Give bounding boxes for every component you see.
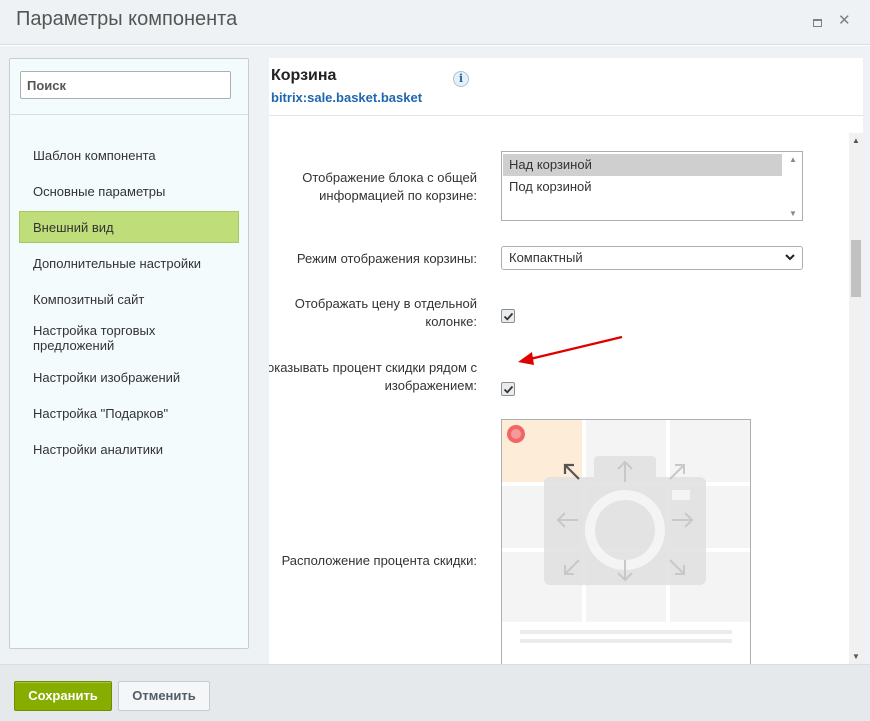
sidebar-item-analytics[interactable]: Настройки аналитики [10, 431, 248, 467]
check-icon [503, 385, 514, 394]
component-title: Корзина [271, 67, 337, 84]
price-column-label: Отображать цену в отдельной колонке: [294, 296, 477, 329]
sidebar-search [10, 59, 248, 115]
annotation-arrow-icon [518, 335, 623, 365]
sidebar-item-appearance[interactable]: Внешний вид [19, 211, 239, 243]
sidebar-item-additional[interactable]: Дополнительные настройки [10, 245, 248, 281]
scroll-down-icon[interactable]: ▼ [789, 209, 797, 218]
scroll-up-icon[interactable]: ▲ [852, 136, 860, 145]
discount-position-picker[interactable] [501, 419, 751, 664]
main-scrollbar[interactable]: ▲ ▼ [849, 133, 863, 664]
sidebar-nav: Шаблон компонента Основные параметры Вне… [10, 137, 248, 467]
sidebar-item-gifts[interactable]: Настройка "Подарков" [10, 395, 248, 431]
content-panel: Корзина i bitrix:sale.basket.basket Отоб… [269, 58, 863, 664]
price-column-checkbox[interactable] [501, 309, 515, 323]
window-title: Параметры компонента [16, 8, 238, 30]
sidebar: Шаблон компонента Основные параметры Вне… [9, 58, 249, 649]
info-icon[interactable]: i [453, 71, 469, 87]
display-mode-value: Компактный [509, 250, 583, 265]
total-block-label: Отображение блока с общей информацией по… [302, 170, 477, 203]
listbox-option-above[interactable]: Над корзиной [503, 154, 782, 176]
search-input[interactable] [20, 71, 231, 99]
chevron-down-icon [785, 254, 795, 261]
sidebar-item-images[interactable]: Настройки изображений [10, 359, 248, 395]
check-icon [503, 312, 514, 321]
discount-near-image-label: Показывать процент скидки рядом с изобра… [269, 360, 477, 393]
component-id: bitrix:sale.basket.basket [271, 90, 423, 105]
close-icon[interactable]: ✕ [838, 13, 851, 28]
display-mode-select[interactable]: Компактный [501, 246, 803, 270]
display-mode-label: Режим отображения корзины: [296, 251, 477, 266]
sidebar-item-offers[interactable]: Настройка торговых предложений [10, 317, 248, 359]
save-button[interactable]: Сохранить [14, 681, 112, 711]
discount-position-label: Расположение процента скидки: [281, 553, 477, 568]
position-grid [502, 420, 750, 664]
params-scroll-area: Отображение блока с общей информацией по… [269, 133, 847, 664]
dialog-footer: Сохранить Отменить [0, 664, 870, 721]
window-titlebar: Параметры компонента ✕ [0, 0, 870, 45]
sidebar-item-main-params[interactable]: Основные параметры [10, 173, 248, 209]
position-cell-top-right[interactable] [668, 420, 750, 484]
total-block-listbox[interactable]: Над корзиной Под корзиной ▲ ▼ [501, 151, 803, 221]
scroll-up-icon[interactable]: ▲ [789, 155, 797, 164]
sidebar-item-composite[interactable]: Композитный сайт [10, 281, 248, 317]
listbox-scrollbar[interactable]: ▲ ▼ [784, 152, 802, 220]
cancel-button[interactable]: Отменить [118, 681, 210, 711]
sidebar-item-template[interactable]: Шаблон компонента [10, 137, 248, 173]
divider [269, 115, 863, 116]
scrollbar-thumb[interactable] [851, 240, 861, 297]
listbox-option-below[interactable]: Под корзиной [503, 176, 782, 198]
dialog-body: Шаблон компонента Основные параметры Вне… [0, 46, 870, 664]
maximize-icon[interactable] [811, 17, 823, 29]
discount-near-image-checkbox[interactable] [501, 382, 515, 396]
scroll-down-icon[interactable]: ▼ [852, 652, 860, 661]
